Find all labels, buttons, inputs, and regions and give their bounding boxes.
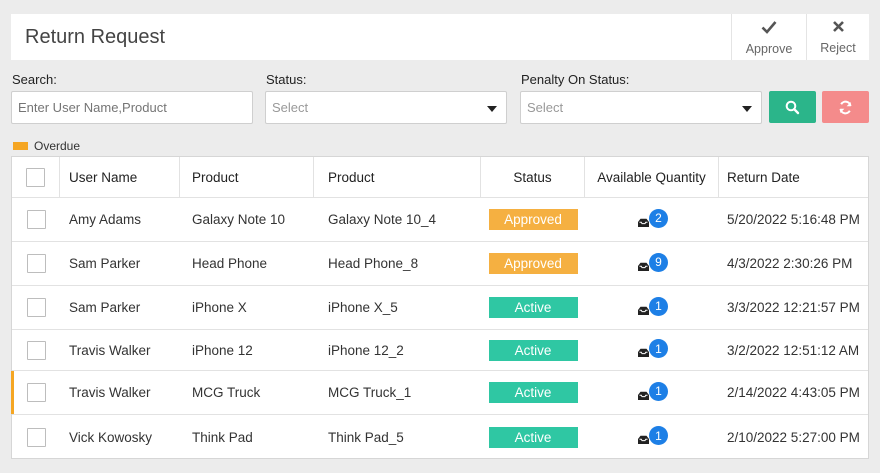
- search-label: Search:: [12, 72, 57, 87]
- status-select[interactable]: Select: [265, 91, 507, 124]
- return-date-cell: 2/10/2022 5:27:00 PM: [727, 429, 860, 445]
- table-header: User Name Product Product Status Availab…: [12, 157, 868, 198]
- status-badge: Active: [488, 297, 578, 318]
- search-icon: [785, 100, 800, 115]
- column-header-status[interactable]: Status: [481, 157, 585, 197]
- status-badge: Active: [488, 382, 578, 403]
- product-cell: Think Pad: [192, 429, 253, 445]
- user-name-cell: Amy Adams: [69, 212, 142, 227]
- status-badge: Active: [488, 339, 578, 361]
- status-badge: Approved: [488, 209, 578, 230]
- column-header-available-quantity[interactable]: Available Quantity: [585, 157, 719, 197]
- product-cell: iPhone X: [192, 300, 247, 315]
- product-variant-cell: Galaxy Note 10_4: [328, 212, 437, 227]
- row-checkbox[interactable]: [26, 254, 46, 273]
- table-row[interactable]: Amy Adams Galaxy Note 10 Galaxy Note 10_4 A…: [12, 198, 868, 242]
- product-variant-cell: Think Pad_5: [328, 429, 404, 445]
- return-date-cell: 3/2/2022 12:51:12 AM: [727, 342, 860, 358]
- product-variant-cell: Head Phone_8: [328, 256, 419, 271]
- search-input[interactable]: [11, 91, 253, 124]
- inbox-icon: [638, 348, 649, 357]
- check-icon: [732, 20, 806, 39]
- penalty-select-value: Select: [527, 100, 564, 115]
- refresh-button[interactable]: [822, 91, 869, 123]
- status-select-value: Select: [272, 100, 309, 115]
- quantity-count: 1: [649, 296, 668, 316]
- page-title: Return Request: [25, 26, 166, 48]
- row-checkbox[interactable]: [26, 427, 46, 447]
- status-label: Status:: [266, 72, 307, 87]
- return-date-cell: 4/3/2022 2:30:26 PM: [727, 256, 853, 271]
- product-cell: Head Phone: [192, 256, 268, 271]
- column-header-product-variant[interactable]: Product: [314, 157, 481, 197]
- inbox-icon: [638, 435, 649, 444]
- search-button[interactable]: [769, 91, 816, 123]
- reject-button[interactable]: Reject: [806, 14, 869, 60]
- product-cell: Galaxy Note 10: [192, 212, 286, 227]
- column-header-product[interactable]: Product: [180, 157, 314, 197]
- return-date-cell: 2/14/2022 4:43:05 PM: [727, 385, 860, 400]
- overdue-legend-label: Overdue: [34, 139, 81, 153]
- quantity-count: 9: [649, 252, 668, 272]
- available-quantity[interactable]: 1: [637, 339, 668, 361]
- quantity-count: 1: [649, 381, 668, 401]
- refresh-icon: [839, 100, 852, 115]
- quantity-count: 2: [649, 208, 668, 228]
- product-cell: iPhone 12: [192, 342, 253, 358]
- overdue-swatch: [13, 141, 28, 150]
- table-row[interactable]: Sam Parker iPhone X iPhone X_5 Active 1 3/3/2…: [12, 286, 868, 330]
- user-name-cell: Sam Parker: [69, 300, 141, 315]
- product-cell: MCG Truck: [192, 385, 261, 400]
- table-row[interactable]: Vick Kowosky Think Pad Think Pad_5 Active 1 2…: [12, 415, 868, 459]
- table-row[interactable]: Sam Parker Head Phone Head Phone_8 Approved…: [12, 242, 868, 286]
- row-checkbox[interactable]: [26, 340, 46, 360]
- status-badge: Approved: [488, 253, 578, 274]
- user-name-cell: Travis Walker: [69, 385, 151, 400]
- return-date-cell: 3/3/2022 12:21:57 PM: [727, 300, 860, 315]
- product-variant-cell: iPhone X_5: [328, 300, 398, 315]
- reject-label: Reject: [820, 41, 856, 55]
- row-checkbox[interactable]: [26, 383, 46, 402]
- user-name-cell: Vick Kowosky: [69, 429, 153, 445]
- quantity-count: 1: [649, 426, 668, 445]
- row-checkbox[interactable]: [26, 298, 46, 317]
- overdue-legend: Overdue: [13, 139, 80, 153]
- close-icon: [807, 20, 869, 38]
- select-all-checkbox[interactable]: [26, 167, 45, 187]
- caret-down-icon: [742, 106, 752, 112]
- approve-button[interactable]: Approve: [731, 14, 806, 60]
- return-date-cell: 5/20/2022 5:16:48 PM: [727, 212, 860, 227]
- penalty-select[interactable]: Select: [520, 91, 762, 124]
- table-row[interactable]: Travis Walker iPhone 12 iPhone 12_2 Active 1…: [12, 330, 868, 371]
- available-quantity[interactable]: 2: [637, 208, 668, 231]
- status-badge: Active: [488, 426, 578, 448]
- available-quantity[interactable]: 9: [637, 252, 668, 275]
- column-header-return-date[interactable]: Return Date: [719, 157, 868, 197]
- available-quantity[interactable]: 1: [637, 296, 668, 319]
- page-header: Return Request Approve Reject: [11, 14, 869, 60]
- approve-label: Approve: [745, 42, 793, 56]
- return-request-table: User Name Product Product Status Availab…: [11, 156, 869, 459]
- available-quantity[interactable]: 1: [637, 381, 668, 404]
- available-quantity[interactable]: 1: [637, 426, 668, 448]
- table-row[interactable]: Travis Walker MCG Truck MCG Truck_1 Active 1…: [11, 371, 868, 415]
- column-header-user-name[interactable]: User Name: [60, 157, 180, 197]
- row-checkbox[interactable]: [26, 210, 46, 229]
- user-name-cell: Travis Walker: [69, 342, 151, 358]
- product-variant-cell: iPhone 12_2: [328, 342, 404, 358]
- penalty-label: Penalty On Status:: [521, 72, 630, 87]
- user-name-cell: Sam Parker: [69, 256, 141, 271]
- caret-down-icon: [487, 106, 497, 112]
- quantity-count: 1: [649, 339, 668, 358]
- product-variant-cell: MCG Truck_1: [328, 385, 412, 400]
